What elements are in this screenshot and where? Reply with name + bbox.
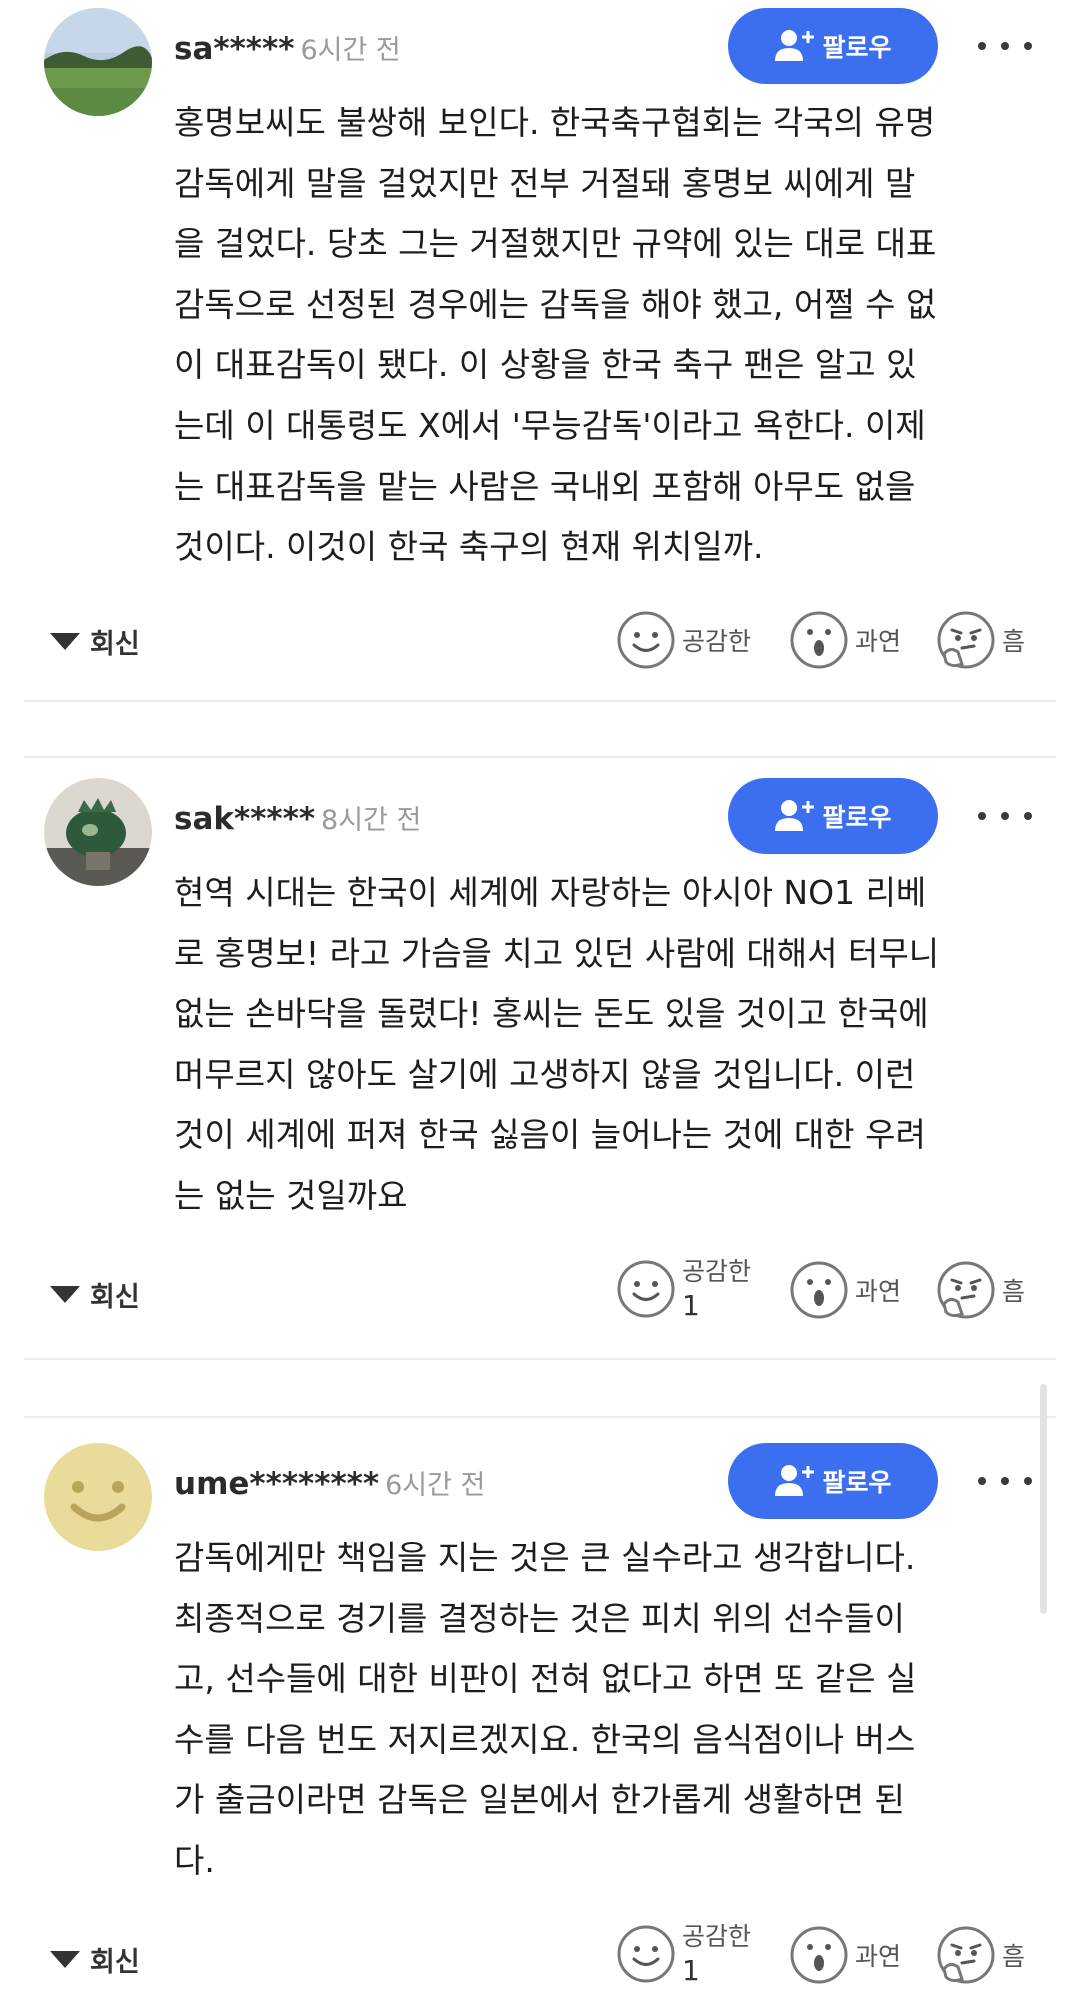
comment-line: 수를 다음 번도 저지르겠지요. 한국의 음식점이나 버스 [174,1719,916,1759]
comment-line: 을 걸었다. 당초 그는 거절했지만 규약에 있는 대로 대표 [174,224,937,264]
divider [24,700,1056,702]
follow-button[interactable]: 팔로우 [728,778,938,854]
reaction-like-label: 공감한 [682,1922,752,1951]
comment-body: 감독에게만 책임을 지는 것은 큰 실수라고 생각합니다. 최종적으로 경기를 … [174,1528,1044,1892]
reaction-like[interactable]: 공감한 1 [616,1255,751,1323]
reaction-like[interactable]: 공감한 1 [616,1920,751,1988]
reaction-wow-label: 과연 [855,1942,902,1971]
reaction-hmm[interactable]: 흠 [936,610,1025,670]
comment-body: 홍명보씨도 불쌍해 보인다. 한국축구협회는 각국의 유명 감독에게 말을 걸었… [174,93,1044,578]
follow-label: 팔로우 [822,1468,892,1497]
divider [24,1358,1056,1360]
reaction-hmm[interactable]: 흠 [936,1925,1025,1985]
comment-line: 는데 이 대통령도 X에서 '무능감독'이라고 욕한다. 이제 [174,405,926,445]
smile-icon [616,610,676,670]
comment-line: 고, 선수들에 대한 비판이 전혀 없다고 하면 또 같은 실 [174,1659,917,1699]
avatar[interactable] [44,1443,152,1551]
follow-button[interactable]: 팔로우 [728,8,938,84]
reaction-like[interactable]: 공감한 [616,610,751,670]
reaction-hmm-label: 흠 [1002,1942,1026,1971]
user-plus-icon [775,800,815,831]
user-plus-icon [775,30,815,61]
thinking-face-icon [936,610,996,670]
follow-button[interactable]: 팔로우 [728,1443,938,1519]
comment-line: 것이 세계에 퍼져 한국 싫음이 늘어나는 것에 대한 우려 [174,1115,926,1155]
comment-body: 현역 시대는 한국이 세계에 자랑하는 아시아 NO1 리베 로 홍명보! 라고… [174,863,1044,1227]
username[interactable]: ume******** 6시간 전 [174,1463,485,1502]
thinking-face-icon [936,1925,996,1985]
timestamp: 6시간 전 [385,1470,486,1501]
caret-down-icon [50,1286,80,1303]
caret-down-icon [50,1951,80,1968]
comment-line: 는 없는 것일까요 [174,1175,408,1215]
more-options-icon[interactable] [978,36,1032,56]
reply-toggle[interactable]: 회신 [50,1275,140,1314]
smile-icon [616,1259,676,1319]
surprised-face-icon [789,1925,849,1985]
username-text[interactable]: sa***** [174,31,294,67]
comment-line: 없는 손바닥을 돌렸다! 홍씨는 돈도 있을 것이고 한국에 [174,994,929,1034]
reaction-hmm-label: 흠 [1002,627,1026,656]
username[interactable]: sa***** 6시간 전 [174,28,401,67]
reply-label: 회신 [90,629,140,660]
reaction-wow-label: 과연 [855,627,902,656]
reaction-hmm-label: 흠 [1002,1277,1026,1306]
comment-line: 로 홍명보! 라고 가슴을 치고 있던 사람에 대해서 터무니 [174,933,940,973]
timestamp: 6시간 전 [300,35,401,66]
comment-line: 는 대표감독을 맡는 사람은 국내외 포함해 아무도 없을 [174,466,916,506]
more-options-icon[interactable] [978,1471,1032,1491]
avatar[interactable] [44,8,152,116]
surprised-face-icon [789,610,849,670]
comment-line: 감독에게 말을 걸었지만 전부 거절돼 홍명보 씨에게 말 [174,163,916,203]
reaction-like-label: 공감한 [682,1257,752,1286]
reply-toggle[interactable]: 회신 [50,1940,140,1979]
smile-icon [616,1924,676,1984]
reaction-wow-label: 과연 [855,1277,902,1306]
follow-label: 팔로우 [822,803,892,832]
reply-toggle[interactable]: 회신 [50,622,140,661]
divider [24,1416,1056,1418]
reply-label: 회신 [90,1947,140,1978]
comment-line: 감독으로 선정된 경우에는 감독을 해야 했고, 어쩔 수 없 [174,284,937,324]
reaction-like-label: 공감한 [682,627,752,656]
comment-line: 감독에게만 책임을 지는 것은 큰 실수라고 생각합니다. [174,1538,916,1577]
follow-label: 팔로우 [822,33,892,62]
more-options-icon[interactable] [978,806,1032,826]
comment-line: 현역 시대는 한국이 세계에 자랑하는 아시아 NO1 리베 [174,873,927,912]
comment-line: 홍명보씨도 불쌍해 보인다. 한국축구협회는 각국의 유명 [174,103,936,142]
reaction-like-count: 1 [682,1954,700,1987]
reaction-wow[interactable]: 과연 [789,1260,901,1320]
reaction-hmm[interactable]: 흠 [936,1260,1025,1320]
reaction-like-count: 1 [682,1289,700,1322]
comment-line: 최종적으로 경기를 결정하는 것은 피치 위의 선수들이 [174,1598,905,1638]
divider [24,756,1056,758]
timestamp: 8시간 전 [321,805,422,836]
comment-line: 가 출금이라면 감독은 일본에서 한가롭게 생활하면 된 [174,1780,905,1820]
reply-label: 회신 [90,1282,140,1313]
comment-line: 머무르지 않아도 살기에 고생하지 않을 것입니다. 이런 [174,1054,916,1094]
avatar[interactable] [44,778,152,886]
comment-line: 이 대표감독이 됐다. 이 상황을 한국 축구 팬은 알고 있 [174,345,917,385]
comment-line: 것이다. 이것이 한국 축구의 현재 위치일까. [174,527,764,567]
reaction-wow[interactable]: 과연 [789,1925,901,1985]
username-text[interactable]: ume******** [174,1466,379,1502]
comment-line: 다. [174,1840,215,1880]
username[interactable]: sak***** 8시간 전 [174,798,421,837]
user-plus-icon [775,1465,815,1496]
username-text[interactable]: sak***** [174,801,315,837]
reaction-wow[interactable]: 과연 [789,610,901,670]
surprised-face-icon [789,1260,849,1320]
thinking-face-icon [936,1260,996,1320]
caret-down-icon [50,633,80,650]
